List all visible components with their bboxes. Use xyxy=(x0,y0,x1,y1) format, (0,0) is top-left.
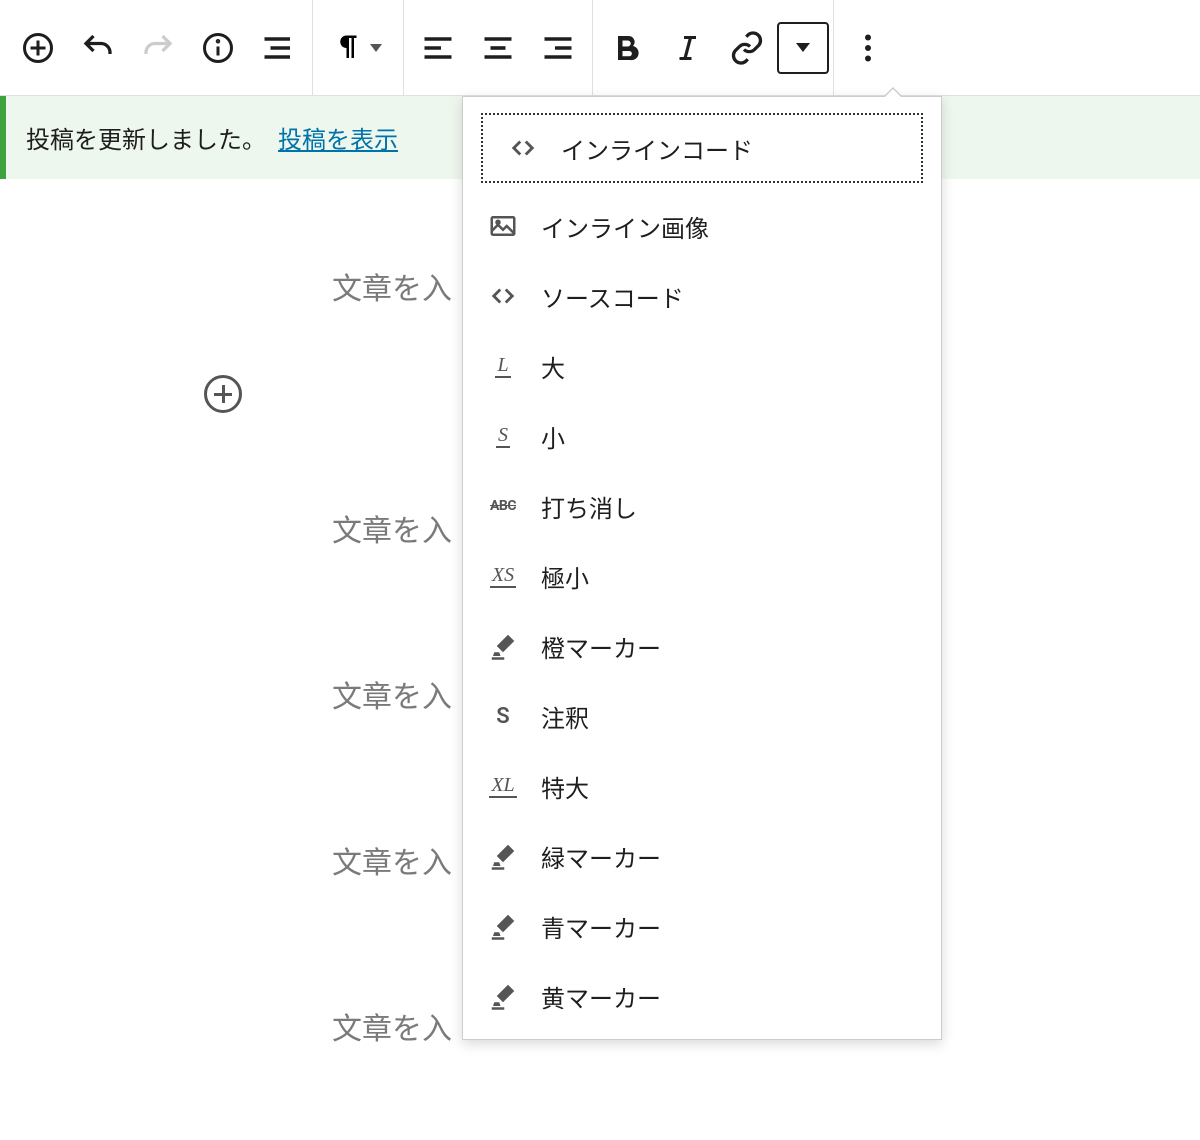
undo-button[interactable] xyxy=(68,18,128,78)
marker-icon xyxy=(487,630,519,662)
code-icon xyxy=(507,132,539,164)
menu-item-label: 極小 xyxy=(541,559,589,594)
link-button[interactable] xyxy=(717,18,777,78)
format-menu-item[interactable]: ソースコード xyxy=(463,261,941,331)
size-l-icon: L xyxy=(487,350,519,382)
format-menu-item[interactable]: XL 特大 xyxy=(463,751,941,821)
format-menu-item[interactable]: S 注釈 xyxy=(463,681,941,751)
align-left-button[interactable] xyxy=(408,18,468,78)
toolbar-group-align xyxy=(408,0,588,95)
insert-block-button[interactable] xyxy=(204,375,242,413)
block-type-button[interactable] xyxy=(317,18,399,78)
strikethrough-icon: ABC xyxy=(487,490,519,522)
size-s-icon: S xyxy=(487,420,519,452)
outline-button[interactable] xyxy=(248,18,308,78)
image-icon xyxy=(487,210,519,242)
menu-item-label: 打ち消し xyxy=(541,489,637,524)
info-button[interactable] xyxy=(188,18,248,78)
format-menu-item[interactable]: インラインコード xyxy=(481,113,923,183)
size-xl-icon: XL xyxy=(487,770,519,802)
format-menu-item[interactable]: XS 極小 xyxy=(463,541,941,611)
notice-message: 投稿を更新しました。 xyxy=(26,120,266,155)
annotation-icon: S xyxy=(487,700,519,732)
code-icon xyxy=(487,280,519,312)
toolbar-group-main xyxy=(8,0,308,95)
format-menu-item[interactable]: インライン画像 xyxy=(463,191,941,261)
menu-item-label: インラインコード xyxy=(561,131,753,166)
align-right-button[interactable] xyxy=(528,18,588,78)
toolbar-separator xyxy=(833,0,834,96)
view-post-link[interactable]: 投稿を表示 xyxy=(278,120,398,155)
menu-item-label: ソースコード xyxy=(541,279,684,314)
format-menu-item[interactable]: ABC 打ち消し xyxy=(463,471,941,541)
menu-item-label: 大 xyxy=(541,349,565,384)
format-menu-item[interactable]: L大 xyxy=(463,331,941,401)
toolbar-group-format xyxy=(597,0,829,95)
redo-button[interactable] xyxy=(128,18,188,78)
menu-item-label: 黄マーカー xyxy=(541,979,661,1014)
bold-button[interactable] xyxy=(597,18,657,78)
menu-item-label: 緑マーカー xyxy=(541,839,661,874)
marker-icon xyxy=(487,840,519,872)
format-menu-item[interactable]: 橙マーカー xyxy=(463,611,941,681)
add-block-button[interactable] xyxy=(8,18,68,78)
caret-down-icon xyxy=(796,43,810,52)
menu-item-label: 橙マーカー xyxy=(541,629,661,664)
menu-item-label: 特大 xyxy=(541,769,589,804)
toolbar-separator xyxy=(403,0,404,96)
more-options-button[interactable] xyxy=(838,18,898,78)
italic-button[interactable] xyxy=(657,18,717,78)
editor-toolbar xyxy=(0,0,1200,96)
formatting-dropdown: インラインコードインライン画像ソースコードL大S小ABC打ち消しXS極小橙マーカ… xyxy=(462,96,942,1040)
menu-item-label: インライン画像 xyxy=(541,209,709,244)
menu-item-label: 小 xyxy=(541,419,565,454)
format-menu-item[interactable]: 黄マーカー xyxy=(463,961,941,1031)
marker-icon xyxy=(487,980,519,1012)
size-xs-icon: XS xyxy=(487,560,519,592)
marker-icon xyxy=(487,910,519,942)
menu-item-label: 注釈 xyxy=(541,699,589,734)
more-formatting-button[interactable] xyxy=(777,22,829,74)
format-menu-item[interactable]: 青マーカー xyxy=(463,891,941,961)
format-menu-item[interactable]: 緑マーカー xyxy=(463,821,941,891)
toolbar-separator xyxy=(592,0,593,96)
format-menu-item[interactable]: S小 xyxy=(463,401,941,471)
align-center-button[interactable] xyxy=(468,18,528,78)
caret-down-icon xyxy=(370,44,382,52)
toolbar-separator xyxy=(312,0,313,96)
menu-item-label: 青マーカー xyxy=(541,909,661,944)
